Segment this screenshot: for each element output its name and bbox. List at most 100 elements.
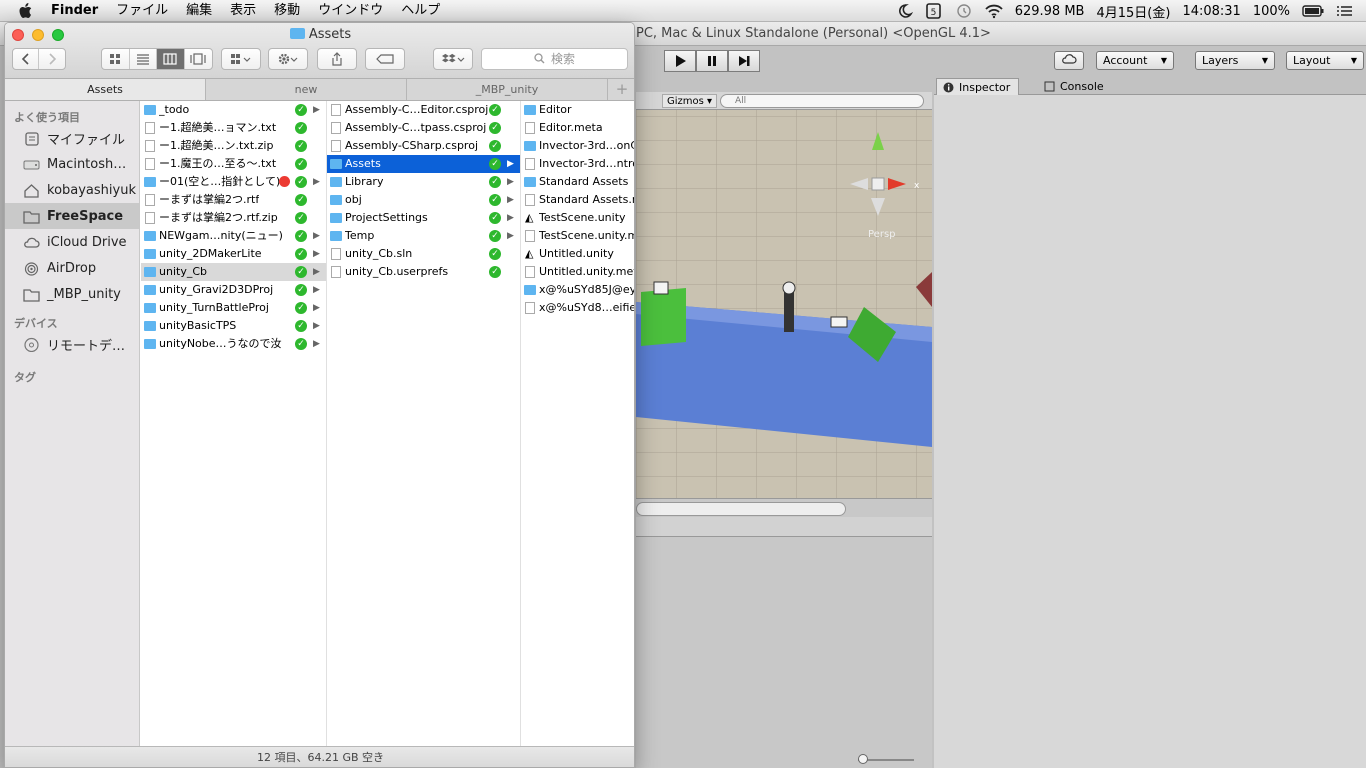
list-item[interactable]: Invector-3rd…ntro (521, 155, 634, 173)
search-field[interactable]: 検索 (481, 48, 628, 70)
list-item[interactable]: Assets ✓ ▶ (327, 155, 520, 173)
tab-mbp-unity[interactable]: _MBP_unity (407, 79, 608, 100)
menu-window[interactable]: ウインドウ (309, 0, 392, 22)
list-item[interactable]: NEWgam…nity(ニュー) ✓ ▶ (141, 227, 326, 245)
menubar-time[interactable]: 14:08:31 (1182, 4, 1240, 19)
account-dropdown[interactable]: Account ▼ (1096, 51, 1174, 70)
browser-column-3[interactable]: Editor Editor.meta Invector-3rd…onC Invecto… (521, 101, 634, 746)
wifi-icon[interactable] (985, 3, 1003, 19)
list-item[interactable]: ProjectSettings ✓ ▶ (327, 209, 520, 227)
list-item[interactable]: Standard Assets.m (521, 191, 634, 209)
gizmos-dropdown[interactable]: Gizmos ▾ (662, 94, 718, 108)
memory-readout[interactable]: 629.98 MB (1015, 4, 1085, 19)
list-item[interactable]: Editor (521, 101, 634, 119)
menu-help[interactable]: ヘルプ (392, 0, 449, 22)
list-item[interactable]: unity_TurnBattleProj ✓ ▶ (141, 299, 326, 317)
time-machine-icon[interactable] (955, 3, 973, 19)
list-item[interactable]: unityBasicTPS ✓ ▶ (141, 317, 326, 335)
notification-list-icon[interactable] (1336, 3, 1354, 19)
new-tab-button[interactable]: + (608, 79, 634, 100)
forward-button[interactable] (39, 49, 65, 69)
collab-cloud-button[interactable] (1054, 51, 1084, 70)
list-item[interactable]: Assembly-CSharp.csproj ✓ (327, 137, 520, 155)
list-item[interactable]: unity_Cb ✓ ▶ (141, 263, 326, 281)
list-item[interactable]: Assembly-C…Editor.csproj ✓ (327, 101, 520, 119)
list-item[interactable]: _todo ✓ ▶ (141, 101, 326, 119)
back-button[interactable] (13, 49, 40, 69)
list-item[interactable]: TestScene.unity.m (521, 227, 634, 245)
browser-column-1[interactable]: _todo ✓ ▶ ー1.超絶美…ョマン.txt ✓ ー1.超絶美…ン.txt.zip ✓ ー… (141, 101, 327, 746)
list-item[interactable]: unity_Cb.sln ✓ (327, 245, 520, 263)
menubar-date[interactable]: 4月15日(金) (1096, 2, 1170, 21)
finder-tabbar: Assets new _MBP_unity + (5, 79, 634, 101)
list-item[interactable]: ー1.超絶美…ョマン.txt ✓ (141, 119, 326, 137)
list-item[interactable]: ー01(空と…指針として) ✓ ▶ (141, 173, 326, 191)
column-view-button[interactable] (157, 49, 185, 69)
scene-viewport[interactable]: y x Persp (636, 92, 932, 498)
list-item[interactable]: unity_2DMakerLite ✓ ▶ (141, 245, 326, 263)
list-item[interactable]: x@%uSYd8…eifie (521, 299, 634, 317)
list-item[interactable]: Standard Assets (521, 173, 634, 191)
list-item[interactable]: unity_Cb.userprefs ✓ (327, 263, 520, 281)
list-item[interactable]: Invector-3rd…onC (521, 137, 634, 155)
menu-go[interactable]: 移動 (265, 0, 309, 22)
item-name: Editor.meta (539, 121, 603, 134)
menu-view[interactable]: 表示 (221, 0, 265, 22)
moon-icon[interactable] (895, 3, 913, 19)
list-item[interactable]: unity_Gravi2D3DProj ✓ ▶ (141, 281, 326, 299)
list-item[interactable]: ◭ TestScene.unity (521, 209, 634, 227)
menu-file[interactable]: ファイル (107, 0, 177, 22)
tab-inspector[interactable]: Inspector (936, 78, 1020, 95)
icon-size-slider-knob[interactable] (858, 754, 868, 764)
list-item[interactable]: ◭ Untitled.unity (521, 245, 634, 263)
battery-icon[interactable] (1302, 3, 1324, 19)
layout-dropdown[interactable]: Layout ▼ (1286, 51, 1364, 70)
sidebar-item-icloud-drive[interactable]: iCloud Drive (5, 229, 139, 255)
list-item[interactable]: Untitled.unity.meta (521, 263, 634, 281)
list-item[interactable]: obj ✓ ▶ (327, 191, 520, 209)
action-button[interactable] (268, 48, 308, 70)
list-item[interactable]: ー1.魔王の…至る〜.txt ✓ (141, 155, 326, 173)
sidebar-item-devices-0[interactable]: リモートデ… (5, 331, 139, 357)
dropbox-button[interactable] (433, 48, 473, 70)
sidebar-item-kobayashiyuk[interactable]: kobayashiyuk (5, 177, 139, 203)
list-item[interactable]: Temp ✓ ▶ (327, 227, 520, 245)
sidebar-item-favorites-0[interactable]: マイファイル (5, 125, 139, 151)
list-item[interactable]: Editor.meta (521, 119, 634, 137)
apple-icon[interactable] (18, 2, 32, 19)
list-item[interactable]: Library ✓ ▶ (327, 173, 520, 191)
tab-assets[interactable]: Assets (5, 79, 206, 100)
list-item[interactable]: unityNobe…うなので汝 ✓ ▶ (141, 335, 326, 353)
arrange-button[interactable] (221, 48, 261, 70)
list-item[interactable]: ー1.超絶美…ン.txt.zip ✓ (141, 137, 326, 155)
sync-check-icon: ✓ (489, 122, 501, 134)
list-item[interactable]: x@%uSYd85J@ey (521, 281, 634, 299)
scene-view[interactable]: y x Persp Gizmos ▾ All (636, 92, 932, 498)
sidebar-item-airdrop[interactable]: AirDrop (5, 255, 139, 281)
tab-new[interactable]: new (206, 79, 407, 100)
tab-console[interactable]: Console (1038, 78, 1112, 95)
disclosure-arrow-icon: ▶ (507, 213, 514, 223)
step-button[interactable] (728, 50, 760, 72)
share-button[interactable] (317, 48, 357, 70)
scene-search-input[interactable]: All (720, 94, 924, 108)
list-view-button[interactable] (130, 49, 157, 69)
list-item[interactable]: Assembly-C…tpass.csproj ✓ (327, 119, 520, 137)
play-button[interactable] (664, 50, 696, 72)
menu-edit[interactable]: 編集 (177, 0, 221, 22)
edit-tags-button[interactable] (365, 48, 405, 70)
battery-percent[interactable]: 100% (1253, 4, 1290, 19)
menu-app-finder[interactable]: Finder (42, 0, 107, 22)
sync-badge-icon[interactable]: 5 (925, 3, 943, 19)
pause-button[interactable] (696, 50, 728, 72)
sidebar-item-macintosh[interactable]: Macintosh… (5, 151, 139, 177)
coverflow-view-button[interactable] (185, 49, 212, 69)
sidebar-item-freespace[interactable]: FreeSpace (5, 203, 139, 229)
sidebar-item-mbp-unity[interactable]: _MBP_unity (5, 281, 139, 307)
list-item[interactable]: ーまずは掌編2つ.rtf.zip ✓ (141, 209, 326, 227)
browser-column-2[interactable]: Assembly-C…Editor.csproj ✓ Assembly-C…tpas… (327, 101, 521, 746)
icon-view-button[interactable] (102, 49, 130, 69)
list-item[interactable]: ーまずは掌編2つ.rtf ✓ (141, 191, 326, 209)
project-search-input[interactable] (636, 502, 846, 516)
layers-dropdown[interactable]: Layers ▼ (1195, 51, 1275, 70)
